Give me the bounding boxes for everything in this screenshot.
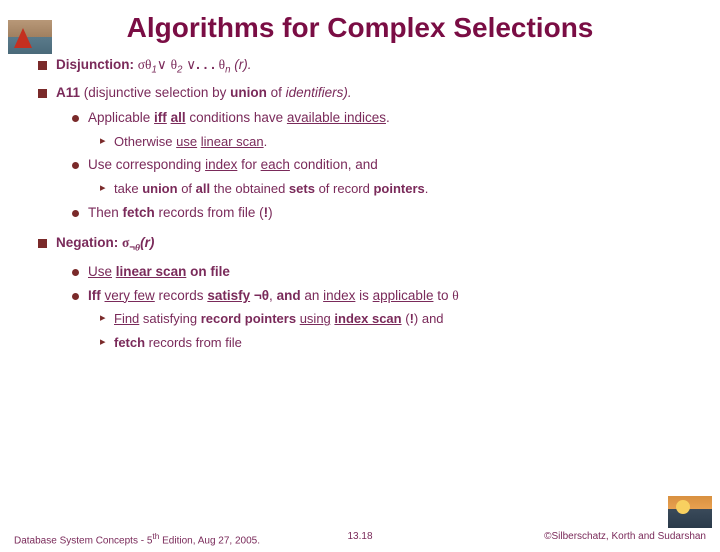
footer-page-number: 13.18 xyxy=(347,531,372,542)
neg-fetch-records: fetch records from file xyxy=(100,336,690,350)
neg-iff-few: Iff very few records satisfy ¬θ, and an … xyxy=(72,289,690,304)
bullet-disjunction: Disjunction: σθ1∨ θ2 ∨. . . θn (r). xyxy=(38,58,690,76)
footer-left: Database System Concepts - 5th Edition, … xyxy=(14,531,260,546)
cover-thumbnail-top xyxy=(8,20,52,54)
bullet-a11: A11 (disjunctive selection by union of i… xyxy=(38,86,690,101)
a11-take-union: take union of all the obtained sets of r… xyxy=(100,182,690,196)
a11-use-index: Use corresponding index for each conditi… xyxy=(72,158,690,173)
slide-title: Algorithms for Complex Selections xyxy=(0,12,720,44)
slide-content: Disjunction: σθ1∨ θ2 ∨. . . θn (r). A11 … xyxy=(0,58,720,350)
slide-footer: Database System Concepts - 5th Edition, … xyxy=(0,531,720,546)
neg-linear-scan: Use linear scan on file xyxy=(72,265,690,280)
a11-otherwise: Otherwise use linear scan. xyxy=(100,135,690,149)
cover-thumbnail-bottom xyxy=(668,496,712,528)
a11-fetch: Then fetch records from file (!) xyxy=(72,206,690,221)
footer-right: ©Silberschatz, Korth and Sudarshan xyxy=(544,531,706,546)
neg-find-pointers: Find satisfying record pointers using in… xyxy=(100,312,690,326)
a11-applicable: Applicable iff all conditions have avail… xyxy=(72,111,690,126)
bullet-negation: Negation: σ¬θ(r) xyxy=(38,236,690,254)
